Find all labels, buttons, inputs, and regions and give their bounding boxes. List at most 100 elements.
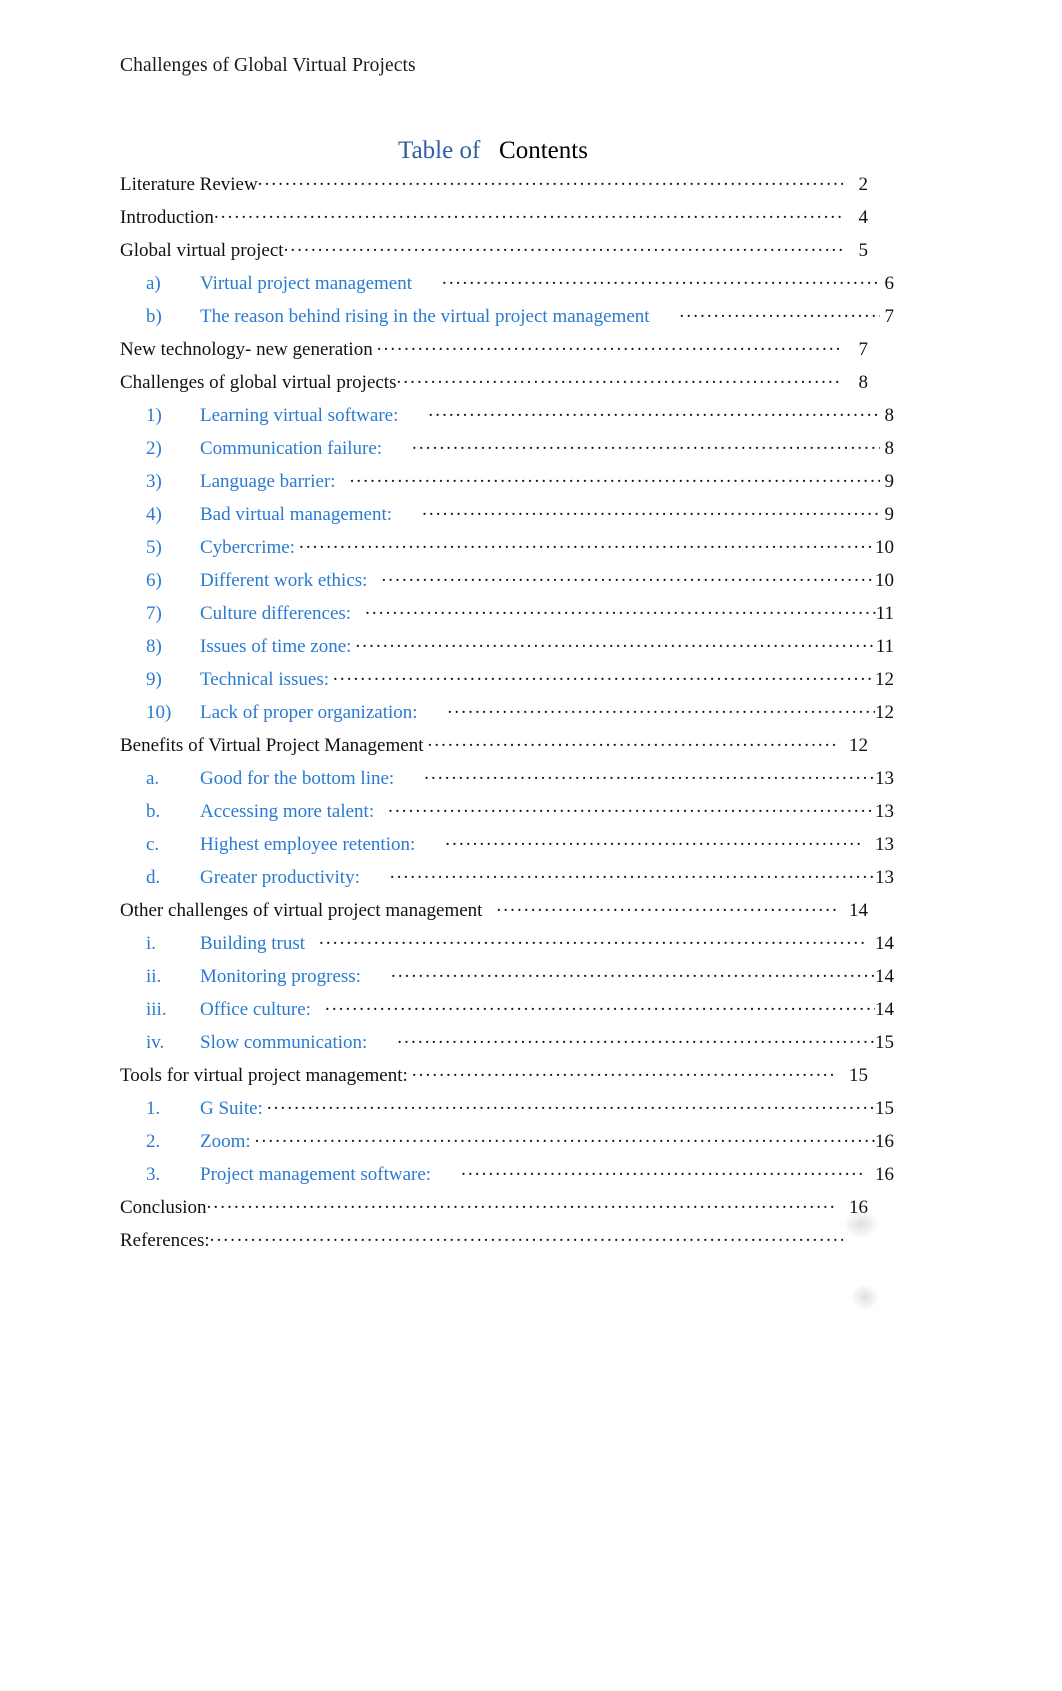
document-page: Challenges of Global Virtual Projects Ta… [0,0,1062,1691]
toc-entry[interactable]: 10) Lack of proper organization: 12 [120,696,894,729]
toc-leader-dots [381,567,875,586]
toc-page-number: 14 [875,933,894,954]
toc-entry[interactable]: 3. Project management software: 16 [120,1158,894,1191]
toc-entry-label[interactable]: Benefits of Virtual Project Management [120,729,423,762]
toc-entry[interactable]: 7) Culture differences: 11 [120,597,894,630]
toc-leader-dots [427,732,838,751]
toc-leader-dots [391,963,875,982]
toc-entry[interactable]: 6) Different work ethics: 10 [120,564,894,597]
toc-leader-dots [461,1161,864,1180]
toc-entry-marker: 1) [146,405,162,426]
toc-entry[interactable]: Conclusion 16 [120,1191,868,1224]
toc-entry-label[interactable]: Challenges of global virtual projects [120,366,396,399]
toc-entry-label[interactable]: Language barrier: [200,465,336,498]
toc-entry-label[interactable]: Conclusion [120,1191,207,1224]
toc-entry[interactable]: 4) Bad virtual management: 9 [120,498,894,531]
toc-page-number: 7 [858,339,869,360]
toc-leader-dots [424,765,875,784]
toc-entry-label[interactable]: Accessing more talent: [200,795,374,828]
toc-page-number: 11 [875,636,894,657]
toc-entry-label[interactable]: Technical issues: [200,663,329,696]
toc-entry-label[interactable]: Global virtual project [120,234,284,267]
toc-entry[interactable]: Benefits of Virtual Project Management 12 [120,729,868,762]
toc-entry-label[interactable]: Project management software: [200,1158,431,1191]
toc-entry-label[interactable]: Good for the bottom line: [200,762,394,795]
toc-entry[interactable]: c. Highest employee retention: 13 [120,828,894,861]
toc-entry-label[interactable]: Other challenges of virtual project mana… [120,894,482,927]
toc-entry[interactable]: 2) Communication failure: 8 [120,432,894,465]
toc-page-number: 4 [858,207,869,228]
toc-entry[interactable]: 1. G Suite: 15 [120,1092,894,1125]
toc-leader-dots [258,171,843,190]
toc-entry-label[interactable]: Different work ethics: [200,564,367,597]
toc-entry[interactable]: 5) Cybercrime: 10 [120,531,894,564]
toc-entry-label[interactable]: Monitoring progress: [200,960,361,993]
toc-entry-label[interactable]: Cybercrime: [200,531,295,564]
toc-leader-dots [396,369,843,388]
toc-leader-dots [325,996,875,1015]
toc-entry[interactable]: 8) Issues of time zone: 11 [120,630,894,663]
toc-page-number: 14 [875,999,894,1020]
toc-page-number: 2 [858,174,869,195]
toc-entry-marker: 2) [146,438,162,459]
toc-entry-label[interactable]: The reason behind rising in the virtual … [200,300,650,333]
toc-leader-dots [267,1095,875,1114]
toc-entry[interactable]: 2. Zoom: 16 [120,1125,894,1158]
toc-leader-dots [319,930,864,949]
toc-entry-label[interactable]: Zoom: [200,1125,251,1158]
toc-page-number: 16 [875,1164,894,1185]
toc-entry[interactable]: b. Accessing more talent: 13 [120,795,894,828]
toc-entry-label[interactable]: References: [120,1224,210,1257]
toc-entry-label[interactable]: Bad virtual management: [200,498,392,531]
toc-entry-label[interactable]: G Suite: [200,1092,263,1125]
toc-entry-label[interactable]: Introduction [120,201,214,234]
toc-entry-marker: a) [146,273,161,294]
toc-entry[interactable]: 1) Learning virtual software: 8 [120,399,894,432]
toc-entry-label[interactable]: Virtual project management [200,267,412,300]
toc-entry[interactable]: References: [120,1224,868,1257]
toc-entry[interactable]: New technology- new generation 7 [120,333,868,366]
toc-entry-label[interactable]: Communication failure: [200,432,382,465]
toc-entry-label[interactable]: Office culture: [200,993,311,1026]
toc-entry[interactable]: Introduction 4 [120,201,868,234]
toc-page-number: 13 [875,867,894,888]
toc-entry[interactable]: Other challenges of virtual project mana… [120,894,868,927]
toc-entry-label[interactable]: Tools for virtual project management: [120,1059,408,1092]
toc-entry[interactable]: 9) Technical issues: 12 [120,663,894,696]
toc-page-number: 9 [884,504,895,525]
toc-entry[interactable]: a) Virtual project management 6 [120,267,894,300]
toc-leader-dots [388,798,875,817]
toc-entry-marker: 2. [146,1131,161,1152]
toc-page-number: 16 [849,1197,868,1218]
toc-page-number: 16 [875,1131,894,1152]
toc-entry-label[interactable]: Learning virtual software: [200,399,398,432]
toc-entry[interactable]: iv. Slow communication: 15 [120,1026,894,1059]
toc-entry[interactable]: Global virtual project 5 [120,234,868,267]
toc-leader-dots [299,534,875,553]
toc-entry[interactable]: Challenges of global virtual projects 8 [120,366,868,399]
toc-entry[interactable]: ii. Monitoring progress: 14 [120,960,894,993]
toc-entry-label[interactable]: New technology- new generation [120,333,373,366]
toc-entry[interactable]: Tools for virtual project management: 15 [120,1059,868,1092]
toc-entry-label[interactable]: Building trust [200,927,305,960]
toc-entry-label[interactable]: Culture differences: [200,597,351,630]
toc-entry-label[interactable]: Greater productivity: [200,861,360,894]
toc-page-number: 14 [849,900,868,921]
toc-leader-dots [333,666,875,685]
toc-entry-label[interactable]: Issues of time zone: [200,630,351,663]
page-title-black: Contents [499,137,588,164]
toc-entry-label[interactable]: Slow communication: [200,1026,367,1059]
toc-entry[interactable]: b) The reason behind rising in the virtua… [120,300,894,333]
toc-entry[interactable]: i. Building trust 14 [120,927,894,960]
toc-entry-label[interactable]: Lack of proper organization: [200,696,418,729]
toc-entry-label[interactable]: Highest employee retention: [200,828,415,861]
toc-entry[interactable]: Literature Review 2 [120,168,868,201]
page-title: Table of Contents [120,136,866,166]
toc-entry[interactable]: iii. Office culture: 14 [120,993,894,1026]
toc-entry[interactable]: a. Good for the bottom line: 13 [120,762,894,795]
toc-entry[interactable]: d. Greater productivity: 13 [120,861,894,894]
toc-leader-dots [207,1194,838,1213]
toc-entry-marker: b. [146,801,161,822]
toc-entry-label[interactable]: Literature Review [120,168,258,201]
toc-entry[interactable]: 3) Language barrier: 9 [120,465,894,498]
